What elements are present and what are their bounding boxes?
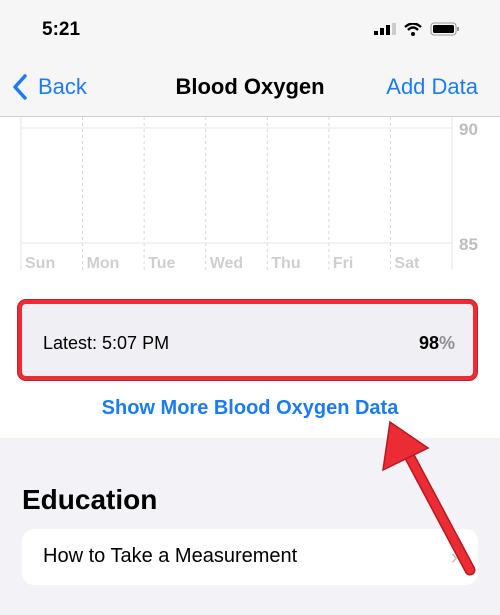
annotation-arrow (382, 420, 476, 576)
